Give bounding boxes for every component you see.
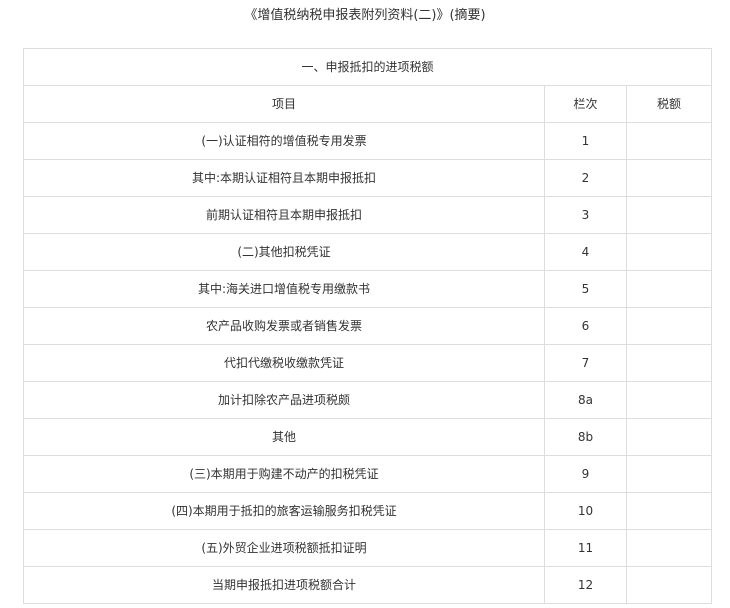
table-row: (一)认证相符的增值税专用发票 1	[23, 122, 713, 160]
row-tax-amount-cell	[625, 159, 713, 197]
row-tax-amount-cell	[625, 270, 713, 308]
header-tax-amount: 税额	[625, 85, 713, 123]
header-row: 项目 栏次 税额	[23, 85, 713, 123]
row-item-cell: (三)本期用于购建不动产的扣税凭证	[23, 455, 545, 493]
row-item-cell: 其他	[23, 418, 545, 456]
table-row: 加计扣除农产品进项税颇 8a	[23, 381, 713, 419]
row-line-no-cell: 12	[544, 566, 627, 604]
page-title: 《增值税纳税申报表附列资料(二)》(摘要)	[244, 8, 486, 23]
row-item-cell: 加计扣除农产品进项税颇	[23, 381, 545, 419]
section-title-row: 一、申报抵扣的进项税额	[22, 48, 713, 86]
row-tax-amount-cell	[625, 122, 713, 160]
table-row: 前期认证相符且本期申报抵扣 3	[23, 196, 713, 234]
row-line-no-cell: 9	[544, 455, 627, 493]
table-row: 其中:本期认证相符且本期申报抵扣 2	[23, 159, 713, 197]
row-line-no-cell: 8b	[544, 418, 627, 456]
table-row: (五)外贸企业进项税额抵扣证明 11	[23, 529, 713, 567]
table-row: (三)本期用于购建不动产的扣税凭证 9	[23, 455, 713, 493]
row-item-cell: 其中:本期认证相符且本期申报抵扣	[23, 159, 545, 197]
row-line-no-cell: 2	[544, 159, 627, 197]
row-item-cell: 当期申报抵扣进项税额合计	[23, 566, 545, 604]
row-item-cell: 农产品收购发票或者销售发票	[23, 307, 545, 345]
row-tax-amount-cell	[625, 529, 713, 567]
row-tax-amount-cell	[625, 344, 713, 382]
row-tax-amount-cell	[625, 492, 713, 530]
row-item-cell: 前期认证相符且本期申报抵扣	[23, 196, 545, 234]
row-tax-amount-cell	[625, 381, 713, 419]
row-tax-amount-cell	[625, 455, 713, 493]
row-tax-amount-cell	[625, 418, 713, 456]
table-row: (四)本期用于抵扣的旅客运输服务扣税凭证 10	[23, 492, 713, 530]
row-item-cell: (二)其他扣税凭证	[23, 233, 545, 271]
row-item-cell: (一)认证相符的增值税专用发票	[23, 122, 545, 160]
section-title: 一、申报抵扣的进项税额	[22, 48, 713, 86]
table-row: 农产品收购发票或者销售发票 6	[23, 307, 713, 345]
table-row: 代扣代缴税收缴款凭证 7	[23, 344, 713, 382]
row-line-no-cell: 3	[544, 196, 627, 234]
table-row: 其中:海关进口增值税专用缴款书 5	[23, 270, 713, 308]
row-line-no-cell: 1	[544, 122, 627, 160]
row-line-no-cell: 7	[544, 344, 627, 382]
header-line-no: 栏次	[544, 85, 627, 123]
table-row: (二)其他扣税凭证 4	[23, 233, 713, 271]
row-tax-amount-cell	[625, 233, 713, 271]
table-row: 当期申报抵扣进项税额合计 12	[23, 566, 713, 604]
row-tax-amount-cell	[625, 307, 713, 345]
row-line-no-cell: 5	[544, 270, 627, 308]
row-line-no-cell: 10	[544, 492, 627, 530]
row-item-cell: 代扣代缴税收缴款凭证	[23, 344, 545, 382]
row-item-cell: (四)本期用于抵扣的旅客运输服务扣税凭证	[23, 492, 545, 530]
row-tax-amount-cell	[625, 196, 713, 234]
header-item: 项目	[23, 85, 545, 123]
row-item-cell: (五)外贸企业进项税额抵扣证明	[23, 529, 545, 567]
table-body: 一、申报抵扣的进项税额 项目 栏次 税额 (一)认证相符的增值税专用发票 1 其中:…	[22, 48, 713, 604]
input-tax-table: 一、申报抵扣的进项税额 项目 栏次 税额 (一)认证相符的增值税专用发票 1 其中:…	[22, 48, 713, 604]
row-line-no-cell: 8a	[544, 381, 627, 419]
row-line-no-cell: 11	[544, 529, 627, 567]
table-row: 其他 8b	[23, 418, 713, 456]
row-tax-amount-cell	[625, 566, 713, 604]
row-line-no-cell: 4	[544, 233, 627, 271]
row-item-cell: 其中:海关进口增值税专用缴款书	[23, 270, 545, 308]
row-line-no-cell: 6	[544, 307, 627, 345]
